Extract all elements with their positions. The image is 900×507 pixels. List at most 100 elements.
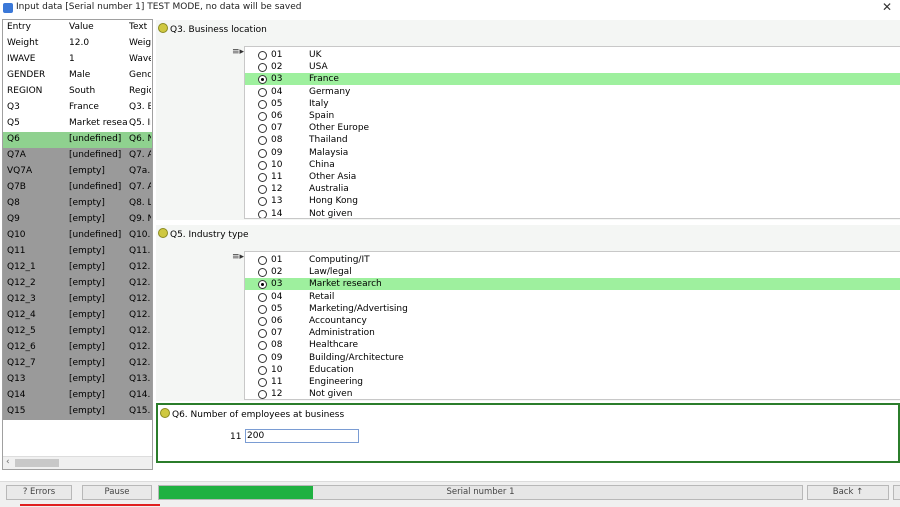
option-item[interactable]: 10 Education bbox=[245, 364, 900, 376]
grid-row[interactable]: Q12_2 [empty] Q12. bbox=[3, 276, 152, 293]
pause-button[interactable]: Pause bbox=[82, 485, 152, 500]
grid-cell-value: [empty] bbox=[69, 358, 105, 368]
close-icon[interactable]: ✕ bbox=[882, 0, 892, 14]
grid-row[interactable]: Q12_7 [empty] Q12. bbox=[3, 356, 152, 373]
grid-row[interactable]: Weight 12.0 Weig bbox=[3, 36, 152, 53]
grid-cell-entry: Q11 bbox=[7, 246, 26, 256]
grid-row[interactable]: VQ7A [empty] Q7a. bbox=[3, 164, 152, 181]
grid-row[interactable]: REGION South Regic bbox=[3, 84, 152, 101]
radio-icon[interactable] bbox=[258, 136, 267, 146]
option-item[interactable]: 04 Germany bbox=[245, 86, 900, 98]
radio-icon[interactable] bbox=[258, 185, 267, 195]
option-item[interactable]: 05 Italy bbox=[245, 98, 900, 110]
option-item[interactable]: 05 Marketing/Advertising bbox=[245, 303, 900, 315]
radio-selected-icon[interactable] bbox=[258, 280, 267, 290]
option-item[interactable]: 12 Australia bbox=[245, 183, 900, 195]
grid-cell-value: [empty] bbox=[69, 198, 105, 208]
option-item[interactable]: 03 France bbox=[245, 73, 900, 86]
q3-options-list[interactable]: 01 UK 02 USA 03 France 04 Germany 05 Italy 06 Spain… bbox=[244, 46, 900, 219]
grid-row[interactable]: Q6 [undefined] Q6. N bbox=[3, 132, 152, 149]
radio-icon[interactable] bbox=[258, 63, 267, 73]
radio-icon[interactable] bbox=[258, 329, 267, 339]
radio-icon[interactable] bbox=[258, 268, 267, 278]
grid-row[interactable]: IWAVE 1 Wave bbox=[3, 52, 152, 69]
radio-icon[interactable] bbox=[258, 353, 267, 363]
option-item[interactable]: 14 Not given bbox=[245, 208, 900, 218]
option-item[interactable]: 11 Engineering bbox=[245, 376, 900, 388]
option-item[interactable]: 07 Administration bbox=[245, 327, 900, 339]
next-button[interactable] bbox=[893, 485, 900, 500]
radio-icon[interactable] bbox=[258, 99, 267, 109]
radio-selected-icon[interactable] bbox=[258, 75, 267, 85]
grid-row[interactable]: Q7A [undefined] Q7. A bbox=[3, 148, 152, 165]
grid-row[interactable]: Q15 [empty] Q15. bbox=[3, 404, 152, 421]
option-item[interactable]: 10 China bbox=[245, 159, 900, 171]
option-item[interactable]: 04 Retail bbox=[245, 291, 900, 303]
radio-icon[interactable] bbox=[258, 173, 267, 182]
option-item[interactable]: 09 Building/Architecture bbox=[245, 352, 900, 364]
q5-options-list[interactable]: 01 Computing/IT 02 Law/legal 03 Market resear… bbox=[244, 251, 900, 400]
radio-icon[interactable] bbox=[258, 209, 267, 218]
radio-icon[interactable] bbox=[258, 51, 267, 60]
option-item[interactable]: 02 USA bbox=[245, 61, 900, 73]
radio-icon[interactable] bbox=[258, 160, 267, 170]
list-menu-icon[interactable]: ≡▸ bbox=[232, 252, 244, 262]
grid-row[interactable]: Q12_6 [empty] Q12. bbox=[3, 340, 152, 357]
option-item[interactable]: 01 Computing/IT bbox=[245, 254, 900, 266]
radio-icon[interactable] bbox=[258, 87, 267, 97]
grid-row[interactable]: Q12_5 [empty] Q12. bbox=[3, 324, 152, 341]
entry-grid[interactable]: Entry Value Text Weight 12.0 Weig IWAVE 1 Wav… bbox=[2, 19, 153, 470]
option-item[interactable]: 01 UK bbox=[245, 49, 900, 61]
radio-icon[interactable] bbox=[258, 317, 267, 326]
radio-icon[interactable] bbox=[258, 378, 267, 387]
grid-row[interactable]: Q14 [empty] Q14. bbox=[3, 388, 152, 405]
grid-row[interactable]: Q3 France Q3. B bbox=[3, 100, 152, 117]
back-button[interactable]: Back ↑ bbox=[807, 485, 889, 500]
scrollbar-thumb[interactable] bbox=[15, 459, 59, 467]
grid-row[interactable]: Q5 Market reseaQ5. In bbox=[3, 116, 152, 133]
column-header-value[interactable]: Value bbox=[69, 20, 127, 35]
grid-row[interactable]: Q10 [undefined] Q10. bbox=[3, 228, 152, 245]
grid-cell-text: Q5. In bbox=[129, 118, 151, 128]
scroll-left-icon[interactable]: ‹ bbox=[6, 457, 10, 467]
radio-icon[interactable] bbox=[258, 365, 267, 375]
employees-input[interactable] bbox=[245, 429, 359, 443]
radio-icon[interactable] bbox=[258, 390, 267, 399]
radio-icon[interactable] bbox=[258, 112, 267, 121]
radio-icon[interactable] bbox=[258, 197, 267, 207]
column-header-text[interactable]: Text bbox=[129, 20, 151, 35]
grid-row[interactable]: Q12_1 [empty] Q12. bbox=[3, 260, 152, 277]
grid-row[interactable]: Q8 [empty] Q8. L bbox=[3, 196, 152, 213]
column-header-entry[interactable]: Entry bbox=[7, 20, 67, 35]
grid-row[interactable]: GENDER Male Gend bbox=[3, 68, 152, 85]
option-item[interactable]: 11 Other Asia bbox=[245, 171, 900, 183]
option-item[interactable]: 12 Not given bbox=[245, 388, 900, 399]
option-item[interactable]: 08 Healthcare bbox=[245, 339, 900, 351]
option-item[interactable]: 06 Accountancy bbox=[245, 315, 900, 327]
horizontal-scrollbar[interactable]: ‹ bbox=[3, 456, 152, 469]
option-item[interactable]: 06 Spain bbox=[245, 110, 900, 122]
grid-cell-value: Male bbox=[69, 70, 91, 80]
grid-row[interactable]: Q11 [empty] Q11. bbox=[3, 244, 152, 261]
radio-icon[interactable] bbox=[258, 148, 267, 158]
option-item[interactable]: 09 Malaysia bbox=[245, 147, 900, 159]
progress-bar: Serial number 1 bbox=[158, 485, 803, 500]
grid-row[interactable]: Q12_3 [empty] Q12. bbox=[3, 292, 152, 309]
radio-icon[interactable] bbox=[258, 341, 267, 351]
option-item[interactable]: 08 Thailand bbox=[245, 134, 900, 146]
option-item[interactable]: 03 Market research bbox=[245, 278, 900, 291]
option-code: 04 bbox=[271, 86, 283, 97]
radio-icon[interactable] bbox=[258, 304, 267, 314]
radio-icon[interactable] bbox=[258, 292, 267, 302]
list-menu-icon[interactable]: ≡▸ bbox=[232, 47, 244, 57]
errors-button[interactable]: ? Errors bbox=[6, 485, 72, 500]
grid-row[interactable]: Q9 [empty] Q9. N bbox=[3, 212, 152, 229]
grid-row[interactable]: Q7B [undefined] Q7. A bbox=[3, 180, 152, 197]
radio-icon[interactable] bbox=[258, 124, 267, 134]
option-item[interactable]: 07 Other Europe bbox=[245, 122, 900, 134]
radio-icon[interactable] bbox=[258, 256, 267, 265]
grid-row[interactable]: Q13 [empty] Q13. bbox=[3, 372, 152, 389]
option-item[interactable]: 13 Hong Kong bbox=[245, 195, 900, 207]
option-item[interactable]: 02 Law/legal bbox=[245, 266, 900, 278]
grid-row[interactable]: Q12_4 [empty] Q12. bbox=[3, 308, 152, 325]
